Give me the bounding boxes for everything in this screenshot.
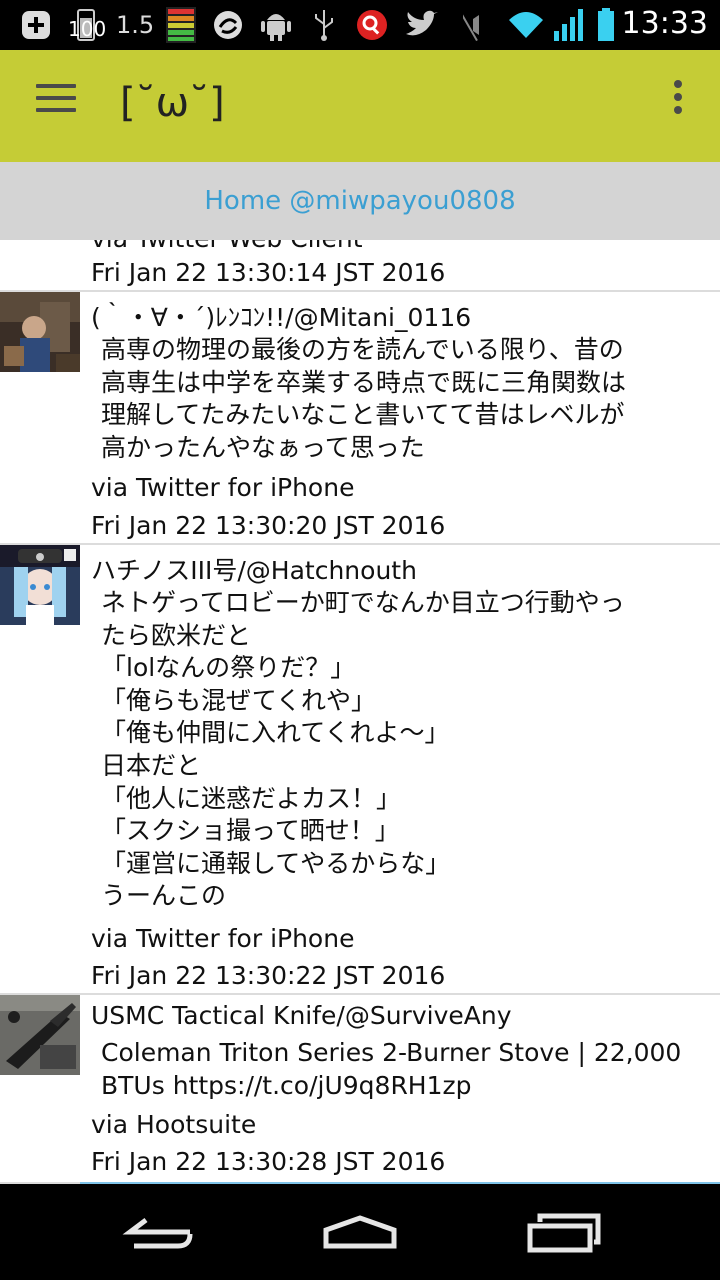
list-item[interactable]: ハチノスIII号/@Hatchnouth ネトゲってロビーか町でなんか目立つ行動… xyxy=(0,545,720,995)
timeline-header[interactable]: Home @miwpayou0808 xyxy=(0,162,720,240)
back-icon[interactable] xyxy=(120,1206,200,1256)
avatar[interactable] xyxy=(0,995,80,1075)
app-bar: [˘ω˘] xyxy=(0,50,720,162)
tweet-user: (｀・∀・´)ﾚﾝｺﾝ!!/@Mitani_0116 xyxy=(91,303,472,332)
level-meter-icon xyxy=(164,7,198,43)
list-item[interactable]: (｀・∀・´)ﾚﾝｺﾝ!!/@Mitani_0116 高専の物理の最後の方を読ん… xyxy=(0,292,720,545)
home-icon[interactable] xyxy=(320,1206,400,1256)
usb-icon xyxy=(308,8,340,42)
list-item[interactable]: USMC Tactical Knife/@SurviveAny Coleman … xyxy=(0,995,720,1184)
list-item[interactable]: via Twitter Web Client Fri Jan 22 13:30:… xyxy=(0,240,720,292)
clock: 13:33 xyxy=(621,6,708,41)
search-app-icon xyxy=(354,8,390,42)
timeline-header-label: Home @miwpayou0808 xyxy=(204,186,516,216)
navigation-bar xyxy=(0,1184,720,1280)
menu-icon[interactable] xyxy=(36,84,76,112)
add-icon xyxy=(18,8,54,42)
sync-icon xyxy=(210,8,246,42)
overflow-icon[interactable] xyxy=(674,80,684,116)
tweet-user: ハチノスIII号/@Hatchnouth xyxy=(91,556,417,585)
tweet-text: 高専の物理の最後の方を読んでいる限り、昔の 高専生は中学を卒業する時点で既に三角… xyxy=(101,335,627,462)
tweet-date: Fri Jan 22 13:30:28 JST 2016 xyxy=(91,1147,446,1176)
tweet-via: via Twitter for iPhone xyxy=(91,473,355,502)
tweet-text: ネトゲってロビーか町でなんか目立つ行動やっ たら欧米だと 「lolなんの祭りだ？… xyxy=(101,588,625,911)
recent-apps-icon[interactable] xyxy=(524,1206,604,1256)
tweet-via: via Twitter for iPhone xyxy=(91,924,355,953)
tweet-text: Coleman Triton Series 2-Burner Stove | 2… xyxy=(101,1038,682,1100)
avatar[interactable] xyxy=(0,292,80,372)
speed-text: 1.5 xyxy=(116,11,155,39)
status-bar: 100 1.5 13:33 xyxy=(0,0,720,50)
tweet-user: USMC Tactical Knife/@SurviveAny xyxy=(91,1001,512,1030)
wifi-icon xyxy=(506,8,546,42)
battery-icon xyxy=(594,8,618,42)
app-title: [˘ω˘] xyxy=(120,80,225,126)
muted-icon xyxy=(460,8,496,42)
tweet-date: Fri Jan 22 13:30:14 JST 2016 xyxy=(91,258,446,287)
twitter-icon xyxy=(402,8,440,42)
battery-percent-text: 100 xyxy=(68,17,107,41)
tweet-date: Fri Jan 22 13:30:22 JST 2016 xyxy=(91,961,446,990)
timeline-list[interactable]: via Twitter Web Client Fri Jan 22 13:30:… xyxy=(0,240,720,1184)
tweet-date: Fri Jan 22 13:30:20 JST 2016 xyxy=(91,511,446,540)
tweet-via: via Twitter Web Client xyxy=(91,240,363,253)
avatar[interactable] xyxy=(0,545,80,625)
signal-icon xyxy=(552,8,586,42)
android-icon xyxy=(258,8,294,42)
tweet-via: via Hootsuite xyxy=(91,1110,257,1139)
